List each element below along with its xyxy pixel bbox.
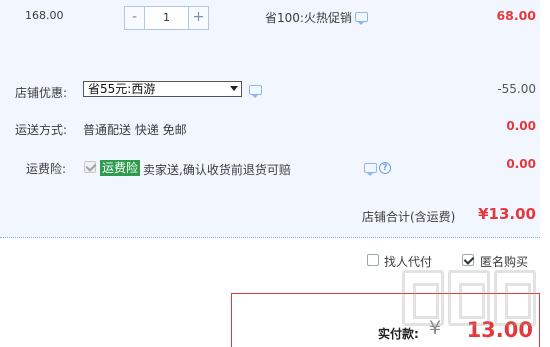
insurance-tag: 运费险 — [100, 160, 141, 176]
quantity-input[interactable]: 1 — [145, 6, 188, 30]
insurance-fee: 0.00 — [506, 157, 536, 171]
shipping-fee: 0.00 — [506, 119, 536, 133]
pay-for-me-label[interactable]: 找人代付 — [384, 253, 432, 270]
help-icon[interactable]: ? — [379, 162, 391, 174]
anonymous-purchase-checkbox[interactable] — [462, 254, 474, 266]
watermark-logo — [402, 270, 536, 326]
increase-quantity-button[interactable]: + — [188, 6, 209, 30]
chat-icon[interactable] — [355, 12, 368, 25]
insurance-checkbox — [84, 161, 96, 173]
quantity-stepper[interactable]: - 1 + — [124, 6, 209, 30]
decrease-quantity-button[interactable]: - — [124, 6, 145, 30]
shop-total-label: 店铺合计(含运费) — [362, 210, 456, 224]
shop-discount-selected: 省55元:西游 — [88, 82, 156, 96]
chat-icon[interactable] — [249, 85, 262, 98]
insurance-description: 卖家送,确认收货前退货可赔 — [143, 163, 291, 177]
chevron-down-icon — [230, 86, 238, 91]
pay-for-me-checkbox[interactable] — [367, 254, 379, 266]
shop-summary-panel — [0, 70, 540, 238]
shop-discount-amount: -55.00 — [497, 82, 536, 96]
promotion-text: 省100:火热促销 — [265, 11, 352, 25]
shipping-method: 普通配送 快递 免邮 — [83, 123, 187, 137]
shop-discount-select[interactable]: 省55元:西游 — [83, 81, 242, 97]
payment-label: 实付款: — [378, 327, 419, 341]
shop-total-amount: ¥13.00 — [478, 205, 536, 223]
insurance-label: 运费险: — [26, 162, 67, 176]
unit-price: 168.00 — [25, 9, 64, 22]
shipping-label: 运送方式: — [15, 123, 68, 137]
item-subtotal: 68.00 — [496, 8, 536, 23]
anonymous-purchase-label[interactable]: 匿名购买 — [480, 253, 528, 270]
shop-discount-label: 店铺优惠: — [15, 86, 68, 100]
chat-icon[interactable] — [364, 163, 377, 176]
